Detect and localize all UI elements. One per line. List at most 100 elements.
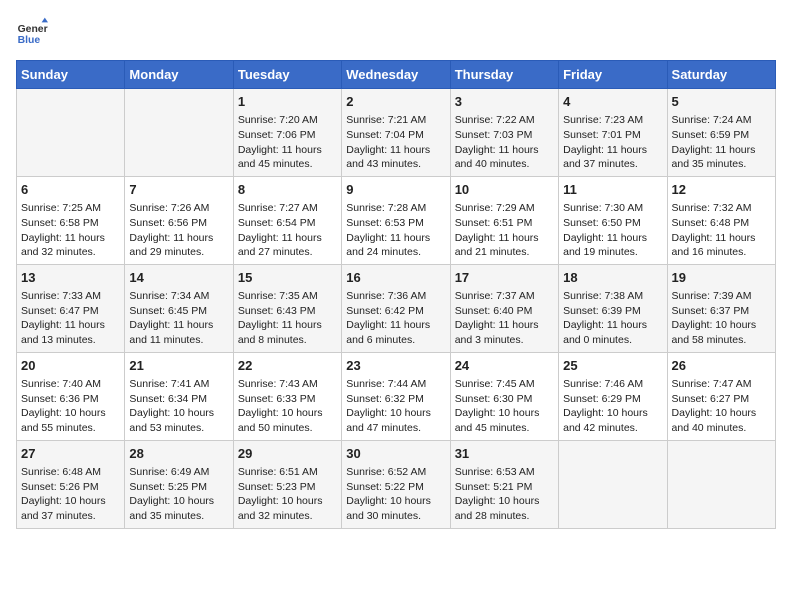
calendar-cell: 11 Sunrise: 7:30 AM Sunset: 6:50 PM Dayli… [559, 176, 667, 264]
day-info: Sunrise: 7:26 AM Sunset: 6:56 PM Dayligh… [129, 201, 228, 260]
day-info: Sunrise: 7:27 AM Sunset: 6:54 PM Dayligh… [238, 201, 337, 260]
calendar-cell: 28Sunrise: 6:49 AM Sunset: 5:25 PM Dayli… [125, 440, 233, 528]
day-number: 21 [129, 357, 228, 375]
calendar-cell: 21 Sunrise: 7:41 AM Sunset: 6:34 PM Dayli… [125, 352, 233, 440]
day-number: 31 [455, 445, 554, 463]
day-info: Sunrise: 7:45 AM Sunset: 6:30 PM Dayligh… [455, 377, 554, 436]
page-header: General Blue [16, 16, 776, 48]
day-info: Sunrise: 7:38 AM Sunset: 6:39 PM Dayligh… [563, 289, 662, 348]
calendar-cell: 13 Sunrise: 7:33 AM Sunset: 6:47 PM Dayli… [17, 264, 125, 352]
calendar-cell: 22 Sunrise: 7:43 AM Sunset: 6:33 PM Dayli… [233, 352, 341, 440]
day-number: 27 [21, 445, 120, 463]
day-number: 13 [21, 269, 120, 287]
day-number: 9 [346, 181, 445, 199]
calendar-table: SundayMondayTuesdayWednesdayThursdayFrid… [16, 60, 776, 529]
day-info: Sunrise: 6:51 AM Sunset: 5:23 PM Dayligh… [238, 465, 337, 524]
calendar-cell: 14 Sunrise: 7:34 AM Sunset: 6:45 PM Dayli… [125, 264, 233, 352]
calendar-cell [125, 89, 233, 177]
day-number: 14 [129, 269, 228, 287]
week-row-5: 27Sunrise: 6:48 AM Sunset: 5:26 PM Dayli… [17, 440, 776, 528]
day-number: 29 [238, 445, 337, 463]
calendar-cell: 6Sunrise: 7:25 AM Sunset: 6:58 PM Daylig… [17, 176, 125, 264]
calendar-header-row: SundayMondayTuesdayWednesdayThursdayFrid… [17, 61, 776, 89]
svg-text:Blue: Blue [18, 35, 41, 46]
day-info: Sunrise: 7:29 AM Sunset: 6:51 PM Dayligh… [455, 201, 554, 260]
day-number: 17 [455, 269, 554, 287]
svg-text:General: General [18, 24, 48, 35]
day-number: 10 [455, 181, 554, 199]
day-info: Sunrise: 6:52 AM Sunset: 5:22 PM Dayligh… [346, 465, 445, 524]
day-number: 8 [238, 181, 337, 199]
logo-icon: General Blue [16, 16, 48, 48]
day-info: Sunrise: 7:32 AM Sunset: 6:48 PM Dayligh… [672, 201, 771, 260]
day-info: Sunrise: 7:20 AM Sunset: 7:06 PM Dayligh… [238, 113, 337, 172]
col-header-thursday: Thursday [450, 61, 558, 89]
day-number: 12 [672, 181, 771, 199]
calendar-cell: 7 Sunrise: 7:26 AM Sunset: 6:56 PM Daylig… [125, 176, 233, 264]
col-header-wednesday: Wednesday [342, 61, 450, 89]
day-info: Sunrise: 7:47 AM Sunset: 6:27 PM Dayligh… [672, 377, 771, 436]
calendar-cell: 26Sunrise: 7:47 AM Sunset: 6:27 PM Dayli… [667, 352, 775, 440]
day-info: Sunrise: 7:28 AM Sunset: 6:53 PM Dayligh… [346, 201, 445, 260]
col-header-monday: Monday [125, 61, 233, 89]
calendar-cell: 2 Sunrise: 7:21 AM Sunset: 7:04 PM Daylig… [342, 89, 450, 177]
day-info: Sunrise: 7:24 AM Sunset: 6:59 PM Dayligh… [672, 113, 771, 172]
day-info: Sunrise: 7:33 AM Sunset: 6:47 PM Dayligh… [21, 289, 120, 348]
week-row-1: 1 Sunrise: 7:20 AM Sunset: 7:06 PM Daylig… [17, 89, 776, 177]
day-number: 5 [672, 93, 771, 111]
calendar-cell: 24 Sunrise: 7:45 AM Sunset: 6:30 PM Dayli… [450, 352, 558, 440]
calendar-cell: 10 Sunrise: 7:29 AM Sunset: 6:51 PM Dayli… [450, 176, 558, 264]
day-info: Sunrise: 7:39 AM Sunset: 6:37 PM Dayligh… [672, 289, 771, 348]
calendar-cell: 5 Sunrise: 7:24 AM Sunset: 6:59 PM Daylig… [667, 89, 775, 177]
calendar-cell: 17Sunrise: 7:37 AM Sunset: 6:40 PM Dayli… [450, 264, 558, 352]
day-info: Sunrise: 7:30 AM Sunset: 6:50 PM Dayligh… [563, 201, 662, 260]
col-header-tuesday: Tuesday [233, 61, 341, 89]
col-header-sunday: Sunday [17, 61, 125, 89]
calendar-cell: 4Sunrise: 7:23 AM Sunset: 7:01 PM Daylig… [559, 89, 667, 177]
day-number: 30 [346, 445, 445, 463]
day-number: 1 [238, 93, 337, 111]
calendar-cell: 30 Sunrise: 6:52 AM Sunset: 5:22 PM Dayli… [342, 440, 450, 528]
logo: General Blue [16, 16, 48, 48]
day-info: Sunrise: 7:36 AM Sunset: 6:42 PM Dayligh… [346, 289, 445, 348]
calendar-cell: 29 Sunrise: 6:51 AM Sunset: 5:23 PM Dayli… [233, 440, 341, 528]
day-info: Sunrise: 7:35 AM Sunset: 6:43 PM Dayligh… [238, 289, 337, 348]
calendar-cell: 8 Sunrise: 7:27 AM Sunset: 6:54 PM Daylig… [233, 176, 341, 264]
day-number: 25 [563, 357, 662, 375]
day-number: 6 [21, 181, 120, 199]
week-row-4: 20 Sunrise: 7:40 AM Sunset: 6:36 PM Dayli… [17, 352, 776, 440]
calendar-cell: 20 Sunrise: 7:40 AM Sunset: 6:36 PM Dayli… [17, 352, 125, 440]
day-number: 24 [455, 357, 554, 375]
day-number: 3 [455, 93, 554, 111]
calendar-cell: 12 Sunrise: 7:32 AM Sunset: 6:48 PM Dayli… [667, 176, 775, 264]
col-header-saturday: Saturday [667, 61, 775, 89]
day-info: Sunrise: 6:49 AM Sunset: 5:25 PM Dayligh… [129, 465, 228, 524]
day-number: 22 [238, 357, 337, 375]
calendar-cell: 9 Sunrise: 7:28 AM Sunset: 6:53 PM Daylig… [342, 176, 450, 264]
calendar-cell [667, 440, 775, 528]
day-number: 18 [563, 269, 662, 287]
day-info: Sunrise: 6:53 AM Sunset: 5:21 PM Dayligh… [455, 465, 554, 524]
day-info: Sunrise: 7:46 AM Sunset: 6:29 PM Dayligh… [563, 377, 662, 436]
day-info: Sunrise: 7:41 AM Sunset: 6:34 PM Dayligh… [129, 377, 228, 436]
day-number: 15 [238, 269, 337, 287]
calendar-cell: 16Sunrise: 7:36 AM Sunset: 6:42 PM Dayli… [342, 264, 450, 352]
calendar-cell: 23 Sunrise: 7:44 AM Sunset: 6:32 PM Dayli… [342, 352, 450, 440]
day-number: 11 [563, 181, 662, 199]
day-number: 20 [21, 357, 120, 375]
day-number: 23 [346, 357, 445, 375]
week-row-3: 13 Sunrise: 7:33 AM Sunset: 6:47 PM Dayli… [17, 264, 776, 352]
calendar-cell [17, 89, 125, 177]
week-row-2: 6Sunrise: 7:25 AM Sunset: 6:58 PM Daylig… [17, 176, 776, 264]
calendar-cell: 27Sunrise: 6:48 AM Sunset: 5:26 PM Dayli… [17, 440, 125, 528]
day-info: Sunrise: 7:34 AM Sunset: 6:45 PM Dayligh… [129, 289, 228, 348]
col-header-friday: Friday [559, 61, 667, 89]
calendar-cell: 15 Sunrise: 7:35 AM Sunset: 6:43 PM Dayli… [233, 264, 341, 352]
day-info: Sunrise: 7:23 AM Sunset: 7:01 PM Dayligh… [563, 113, 662, 172]
day-info: Sunrise: 7:43 AM Sunset: 6:33 PM Dayligh… [238, 377, 337, 436]
day-info: Sunrise: 7:21 AM Sunset: 7:04 PM Dayligh… [346, 113, 445, 172]
day-info: Sunrise: 7:44 AM Sunset: 6:32 PM Dayligh… [346, 377, 445, 436]
day-number: 2 [346, 93, 445, 111]
day-info: Sunrise: 7:40 AM Sunset: 6:36 PM Dayligh… [21, 377, 120, 436]
day-number: 7 [129, 181, 228, 199]
